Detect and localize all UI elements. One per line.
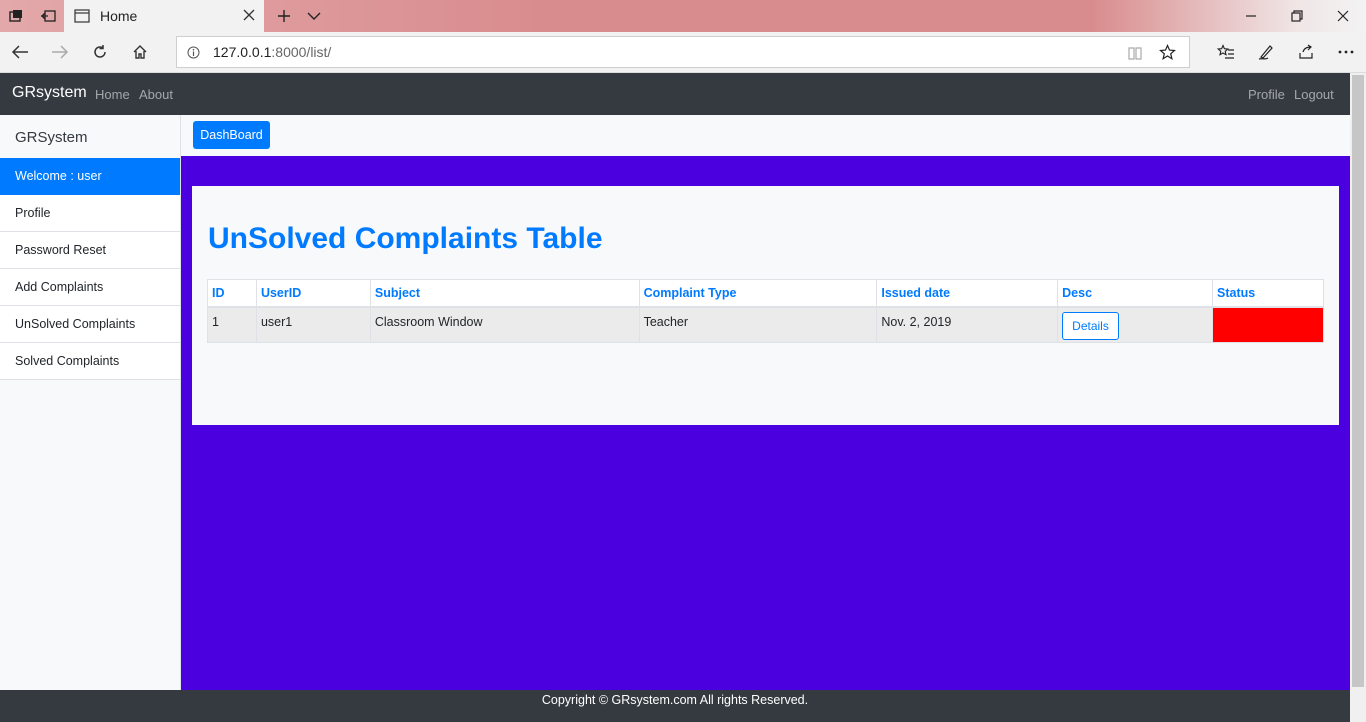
url-bar[interactable]: 127.0.0.1:8000/list/ xyxy=(176,36,1190,68)
set-tabs-aside-icon[interactable] xyxy=(32,0,64,32)
page-icon xyxy=(74,9,90,23)
new-tab-icon[interactable] xyxy=(268,0,300,32)
close-window-icon[interactable] xyxy=(1320,0,1366,32)
favorite-star-icon[interactable] xyxy=(1159,44,1176,61)
sidebar-item-unsolved-complaints[interactable]: UnSolved Complaints xyxy=(0,306,180,343)
nav-link-profile[interactable]: Profile xyxy=(1248,87,1285,102)
status-indicator xyxy=(1212,306,1324,343)
address-toolbar: 127.0.0.1:8000/list/ xyxy=(0,32,1366,73)
cell-desc: Details xyxy=(1057,306,1214,343)
column-header-id: ID xyxy=(207,279,257,308)
sidebar-item-add-complaints[interactable]: Add Complaints xyxy=(0,269,180,306)
dashboard-toolbar: DashBoard xyxy=(181,115,1350,156)
pen-annotate-icon[interactable] xyxy=(1250,36,1282,68)
top-navbar: GRsystem Home About Profile Logout xyxy=(0,73,1350,115)
sidebar-heading: GRSystem xyxy=(15,129,88,146)
column-header-userid: UserID xyxy=(255,279,371,308)
cell-userid: user1 xyxy=(255,306,371,343)
forward-icon[interactable] xyxy=(44,36,76,68)
footer: Copyright © GRsystem.com All rights Rese… xyxy=(0,690,1350,722)
table-header-row: ID UserID Subject Complaint Type Issued … xyxy=(207,279,1324,308)
home-icon[interactable] xyxy=(124,36,156,68)
complaints-table: ID UserID Subject Complaint Type Issued … xyxy=(207,279,1324,343)
cell-subject: Classroom Window xyxy=(369,306,640,343)
tab-home[interactable]: Home xyxy=(64,0,264,32)
page-title: UnSolved Complaints Table xyxy=(208,222,603,255)
column-header-status: Status xyxy=(1212,279,1324,308)
browser-tab-bar: Home xyxy=(0,0,1366,32)
sidebar-item-solved-complaints[interactable]: Solved Complaints xyxy=(0,343,180,380)
sidebar: GRSystem Welcome : user Profile Password… xyxy=(0,115,181,690)
tab-title: Home xyxy=(100,8,138,24)
share-icon[interactable] xyxy=(1290,36,1322,68)
column-header-desc: Desc xyxy=(1057,279,1214,308)
column-header-subject: Subject xyxy=(369,279,640,308)
complaints-card: UnSolved Complaints Table ID UserID Subj… xyxy=(192,186,1339,425)
restore-icon[interactable] xyxy=(1274,0,1320,32)
nav-link-logout[interactable]: Logout xyxy=(1294,87,1334,102)
nav-link-home[interactable]: Home xyxy=(95,87,130,102)
sidebar-item-profile[interactable]: Profile xyxy=(0,195,180,232)
tab-manager-icon[interactable] xyxy=(0,0,32,32)
scrollbar-thumb[interactable] xyxy=(1352,75,1364,687)
url-host: 127.0.0.1 xyxy=(213,44,272,60)
page-viewport: GRsystem Home About Profile Logout GRSys… xyxy=(0,73,1350,722)
more-menu-icon[interactable] xyxy=(1330,36,1362,68)
cell-complaint-type: Teacher xyxy=(638,306,878,343)
column-header-issued-date: Issued date xyxy=(876,279,1059,308)
refresh-icon[interactable] xyxy=(84,36,116,68)
favorites-list-icon[interactable] xyxy=(1210,36,1242,68)
sidebar-item-password-reset[interactable]: Password Reset xyxy=(0,232,180,269)
chevron-down-icon[interactable] xyxy=(298,0,330,32)
info-icon[interactable] xyxy=(187,46,200,59)
sidebar-item-welcome[interactable]: Welcome : user xyxy=(0,158,180,195)
dashboard-button[interactable]: DashBoard xyxy=(193,121,270,149)
navbar-brand[interactable]: GRsystem xyxy=(12,84,87,102)
cell-issued-date: Nov. 2, 2019 xyxy=(876,306,1059,343)
vertical-scrollbar[interactable] xyxy=(1350,73,1366,722)
details-button[interactable]: Details xyxy=(1062,311,1119,340)
back-icon[interactable] xyxy=(4,36,36,68)
table-row: 1 user1 Classroom Window Teacher Nov. 2,… xyxy=(207,306,1324,343)
close-tab-icon[interactable] xyxy=(242,8,256,22)
column-header-complaint-type: Complaint Type xyxy=(638,279,878,308)
reading-view-icon[interactable] xyxy=(1127,45,1143,61)
url-path: :8000/list/ xyxy=(271,44,332,60)
minimize-icon[interactable] xyxy=(1228,0,1274,32)
url-text: 127.0.0.1:8000/list/ xyxy=(213,44,331,60)
nav-link-about[interactable]: About xyxy=(139,87,173,102)
cell-id: 1 xyxy=(207,306,257,343)
